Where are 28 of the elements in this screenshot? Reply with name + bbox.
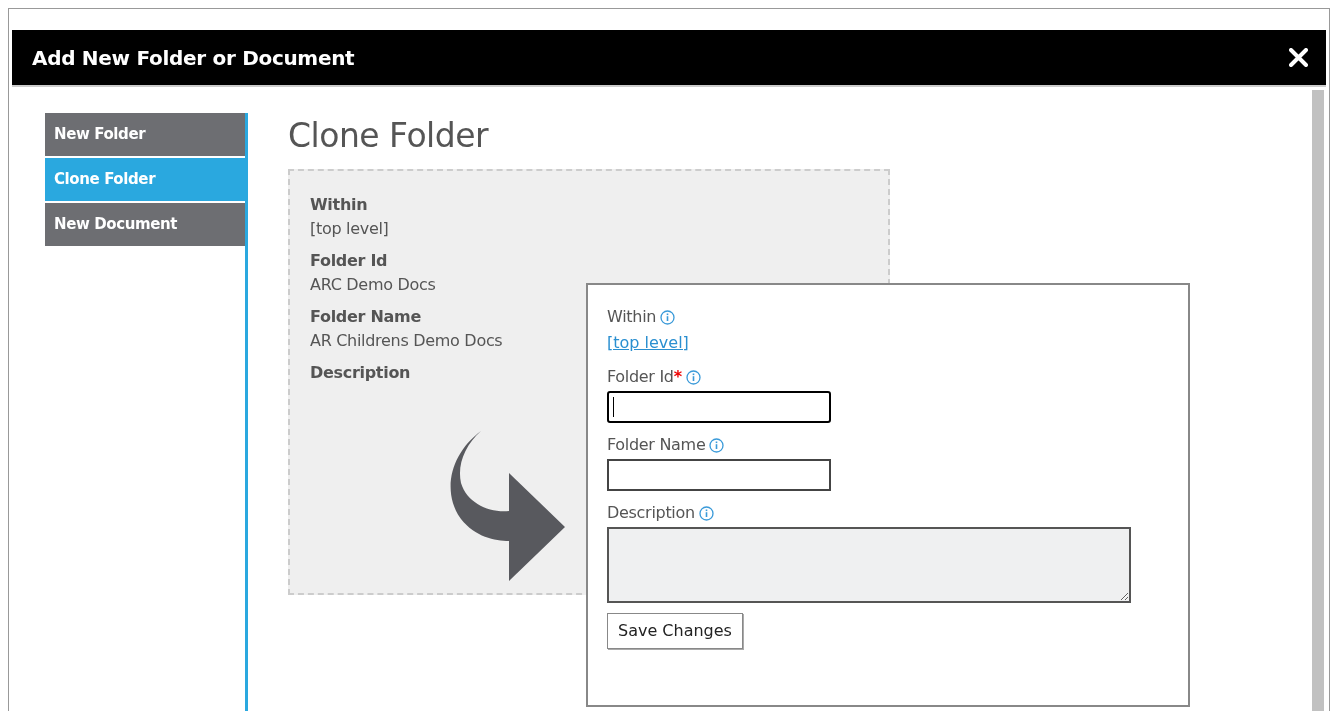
within-link[interactable]: [top level]: [607, 331, 689, 355]
info-icon[interactable]: [660, 309, 676, 325]
field-label: Within: [310, 193, 368, 216]
dialog-title: Add New Folder or Document: [32, 44, 355, 72]
field-label: Description: [310, 361, 411, 384]
field-label: Folder Name: [310, 305, 421, 328]
text-field[interactable]: [607, 391, 831, 423]
field-value: ARC Demo Docs: [310, 273, 436, 296]
scrollbar[interactable]: [1312, 90, 1324, 711]
close-icon[interactable]: [1289, 48, 1308, 67]
text-area[interactable]: [607, 527, 1131, 603]
info-icon[interactable]: [685, 369, 701, 385]
save-button[interactable]: Save Changes: [607, 613, 743, 649]
info-icon[interactable]: [698, 505, 714, 521]
info-icon[interactable]: [709, 437, 725, 453]
section-heading: Clone Folder: [288, 116, 490, 156]
field-label: Folder Id: [607, 366, 674, 388]
field-label: Folder Id: [310, 249, 388, 272]
text-field[interactable]: [607, 459, 831, 491]
sidebar-tab[interactable]: Clone Folder: [45, 158, 245, 201]
field-value: [top level]: [310, 217, 389, 240]
field-label: Within: [607, 306, 657, 328]
sidebar-tab[interactable]: New Folder: [45, 113, 245, 156]
field-label: Folder Name: [607, 434, 706, 456]
sidebar-tab[interactable]: New Document: [45, 203, 245, 246]
field-value: AR Childrens Demo Docs: [310, 329, 503, 352]
required-mark: *: [673, 366, 682, 388]
field-label: Description: [607, 502, 695, 524]
